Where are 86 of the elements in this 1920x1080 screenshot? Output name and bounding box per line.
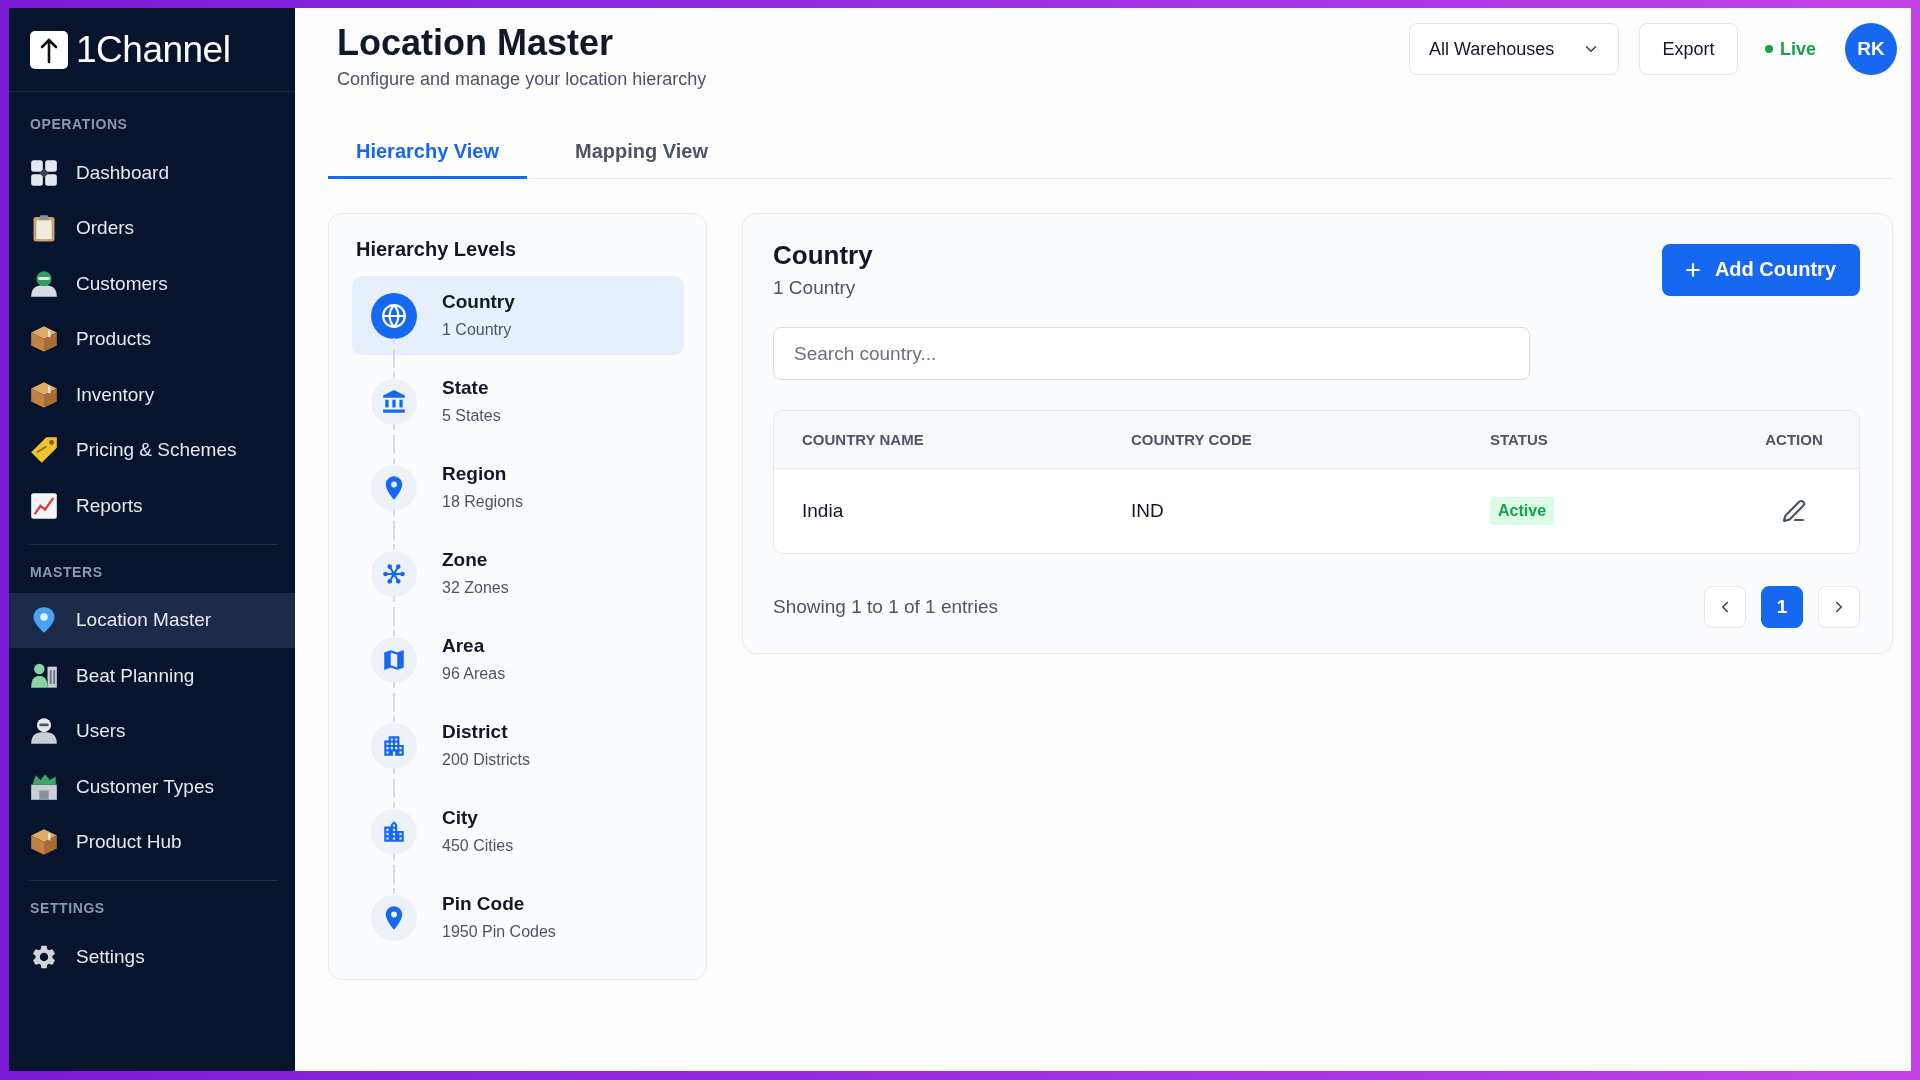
city-icon: [371, 808, 417, 855]
hierarchy-level[interactable]: Zone 32 Zones: [352, 534, 684, 613]
person-icon: [30, 269, 58, 298]
sidebar-item[interactable]: Inventory: [9, 367, 295, 423]
pin-icon: [371, 464, 417, 511]
sidebar-item[interactable]: Product Hub: [9, 814, 295, 870]
sidebar-item[interactable]: Products: [9, 311, 295, 367]
pencil-icon[interactable]: [1782, 499, 1806, 523]
next-page-button[interactable]: [1818, 586, 1860, 628]
tab[interactable]: Mapping View: [547, 125, 737, 179]
level-count: 1 Country: [442, 320, 513, 340]
hierarchy-level[interactable]: District 200 Districts: [352, 706, 684, 785]
hierarchy-level[interactable]: Region 18 Regions: [352, 448, 684, 527]
pin-icon: [371, 894, 417, 941]
hierarchy-level[interactable]: Country 1 Country: [352, 276, 684, 355]
user-avatar[interactable]: RK: [1845, 23, 1897, 75]
search-field[interactable]: Search country...: [773, 327, 1530, 380]
sidebar-item[interactable]: Dashboard: [9, 145, 295, 201]
level-name: Pin Code: [442, 892, 526, 916]
box-icon: [30, 828, 58, 857]
level-name: State: [442, 376, 490, 400]
store-icon: [30, 772, 58, 801]
sidebar-item[interactable]: Location Master: [9, 592, 295, 648]
level-name: District: [442, 720, 509, 744]
level-count: 200 Districts: [442, 750, 531, 770]
panel-subtitle: 1 Country: [773, 276, 857, 300]
warehouse-select[interactable]: All Warehouses: [1408, 23, 1619, 75]
line-chart-icon: [30, 491, 58, 520]
status-dot-icon: [1764, 45, 1773, 53]
hierarchy-level[interactable]: State 5 States: [352, 362, 684, 441]
sidebar-item[interactable]: Reports: [9, 478, 295, 534]
hierarchy-level[interactable]: City 450 Cities: [352, 792, 684, 871]
sidebar-item[interactable]: Customer Types: [9, 759, 295, 815]
people-icon: [30, 661, 58, 690]
status-badge: Active: [1490, 497, 1555, 525]
logo-text: 1Channel: [76, 27, 231, 72]
level-name: Region: [442, 462, 508, 486]
section-label: MASTERS: [29, 563, 104, 580]
hierarchy-level[interactable]: Pin Code 1950 Pin Codes: [352, 878, 684, 957]
sidebar-item[interactable]: Orders: [9, 200, 295, 256]
tiles-icon: [30, 158, 58, 187]
live-status: Live: [1779, 38, 1816, 60]
table-cell: IND: [1131, 500, 1164, 522]
box-icon: [30, 325, 58, 354]
logo-icon: [30, 30, 68, 69]
sidebar-item[interactable]: Users: [9, 703, 295, 759]
column-header: ACTION: [1765, 431, 1823, 448]
add-button[interactable]: Add Country: [1661, 243, 1860, 296]
level-count: 5 States: [442, 406, 501, 426]
sidebar-item[interactable]: Pricing & Schemes: [9, 422, 295, 478]
level-count: 32 Zones: [442, 578, 509, 598]
level-count: 1950 Pin Codes: [442, 922, 556, 942]
tag-icon: [30, 436, 58, 465]
level-name: Area: [442, 634, 486, 658]
level-name: Zone: [442, 548, 489, 572]
level-count: 18 Regions: [442, 492, 523, 512]
page-button[interactable]: 1: [1761, 586, 1803, 628]
sidebar-item[interactable]: Customers: [9, 256, 295, 312]
column-header: COUNTRY NAME: [802, 431, 924, 448]
section-label: OPERATIONS: [29, 116, 129, 132]
page-title: Location Master: [337, 21, 615, 65]
box-icon: [30, 380, 58, 409]
panel-title: Country: [773, 239, 873, 271]
export-button[interactable]: Export: [1638, 23, 1738, 75]
person-icon: [30, 717, 58, 746]
column-header: COUNTRY CODE: [1131, 431, 1252, 448]
tab[interactable]: Hierarchy View: [328, 125, 528, 179]
hub-icon: [371, 550, 417, 597]
level-count: 96 Areas: [442, 664, 506, 684]
hierarchy-level[interactable]: Area 96 Areas: [352, 620, 684, 699]
level-name: City: [442, 806, 479, 830]
map-icon: [371, 636, 417, 683]
sidebar-item[interactable]: Beat Planning: [9, 648, 295, 704]
level-count: 450 Cities: [442, 836, 514, 856]
bank-icon: [371, 378, 417, 425]
globe-icon: [371, 292, 417, 339]
column-header: STATUS: [1490, 431, 1548, 448]
table-cell: India: [802, 500, 844, 522]
level-name: Country: [442, 290, 515, 314]
building-icon: [371, 722, 417, 769]
previous-page-button[interactable]: [1704, 586, 1746, 628]
page-subtitle: Configure and manage your location hierarchy: [337, 68, 707, 91]
panel-title: Hierarchy Levels: [356, 237, 518, 262]
sidebar-item[interactable]: Settings: [9, 929, 295, 985]
section-label: SETTINGS: [29, 900, 106, 916]
entries-summary: Showing 1 to 1 of 1 entries: [773, 596, 998, 618]
